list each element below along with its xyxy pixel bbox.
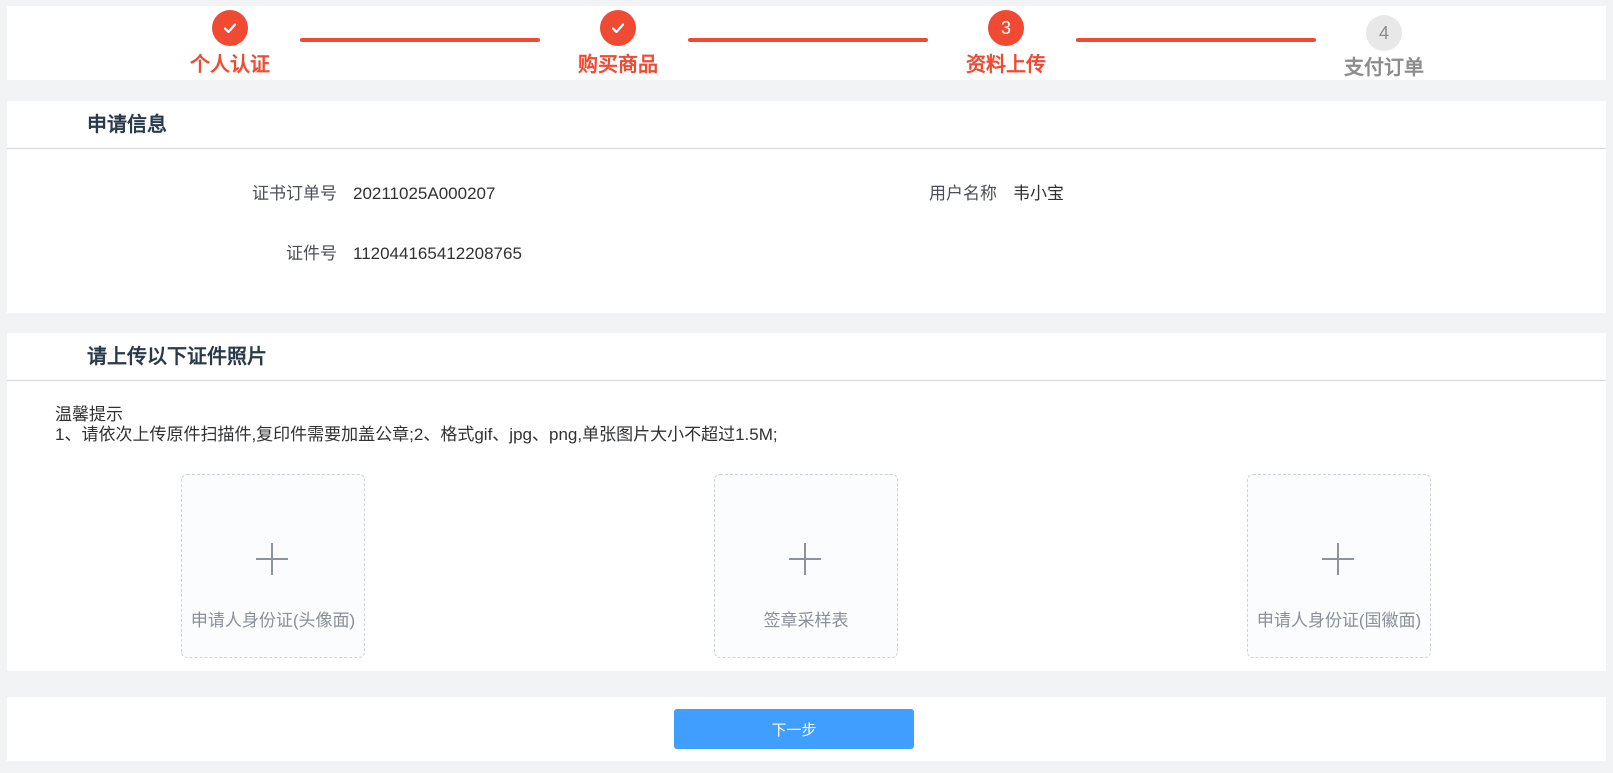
upload-id-back[interactable]: 申请人身份证(国徽面) <box>1247 474 1431 658</box>
step-label: 资料上传 <box>966 54 1046 76</box>
step-1-marker <box>212 10 248 46</box>
footer-bar: 下一步 <box>7 697 1606 761</box>
step-4-number: 4 <box>1366 15 1402 51</box>
step-connector <box>1076 38 1316 42</box>
step-identity-auth: 个人认证 <box>170 10 290 77</box>
check-icon <box>611 23 625 34</box>
order-number-label: 证书订单号 <box>252 184 337 203</box>
upload-id-front[interactable]: 申请人身份证(头像面) <box>181 474 365 658</box>
upload-panel: 请上传以下证件照片 温馨提示 1、请依次上传原件扫描件,复印件需要加盖公章;2、… <box>7 333 1606 671</box>
username-value: 韦小宝 <box>1013 184 1064 203</box>
id-number-value: 112044165412208765 <box>353 244 522 263</box>
step-buy-product: 购买商品 <box>558 10 678 77</box>
step-pay-order: 4 支付订单 <box>1324 10 1444 80</box>
upload-label: 申请人身份证(国徽面) <box>1256 611 1422 630</box>
id-number-row: 证件号 112044165412208765 <box>227 239 522 264</box>
step-connector <box>688 38 928 42</box>
order-number-value: 20211025A000207 <box>353 184 496 203</box>
upload-signature-sample[interactable]: 签章采样表 <box>714 474 898 658</box>
step-label: 个人认证 <box>190 54 270 76</box>
step-label: 购买商品 <box>578 54 658 76</box>
plus-icon <box>1322 543 1354 575</box>
upload-tips: 温馨提示 1、请依次上传原件扫描件,复印件需要加盖公章;2、格式gif、jpg、… <box>55 405 778 445</box>
username-row: 用户名称 韦小宝 <box>897 179 1064 204</box>
tips-text: 1、请依次上传原件扫描件,复印件需要加盖公章;2、格式gif、jpg、png,单… <box>55 425 778 444</box>
next-step-button[interactable]: 下一步 <box>674 709 914 749</box>
progress-steps: 个人认证 购买商品 3 资料上传 4 支付订单 <box>7 6 1606 80</box>
step-connector <box>300 38 540 42</box>
step-3-number: 3 <box>988 10 1024 46</box>
section-title: 申请信息 <box>7 101 1606 149</box>
tips-title: 温馨提示 <box>55 405 123 424</box>
plus-icon <box>256 543 288 575</box>
check-icon <box>223 23 237 34</box>
username-label: 用户名称 <box>929 184 997 203</box>
order-number-row: 证书订单号 20211025A000207 <box>227 179 495 204</box>
plus-icon <box>789 543 821 575</box>
upload-label: 申请人身份证(头像面) <box>190 611 356 630</box>
application-info-panel: 申请信息 证书订单号 20211025A000207 用户名称 韦小宝 证件号 112… <box>7 101 1606 313</box>
section-title: 请上传以下证件照片 <box>7 333 1606 381</box>
step-2-marker <box>600 10 636 46</box>
upload-label: 签章采样表 <box>763 611 849 630</box>
step-upload-docs: 3 资料上传 <box>946 10 1066 77</box>
id-number-label: 证件号 <box>286 244 337 263</box>
step-label: 支付订单 <box>1344 57 1424 79</box>
